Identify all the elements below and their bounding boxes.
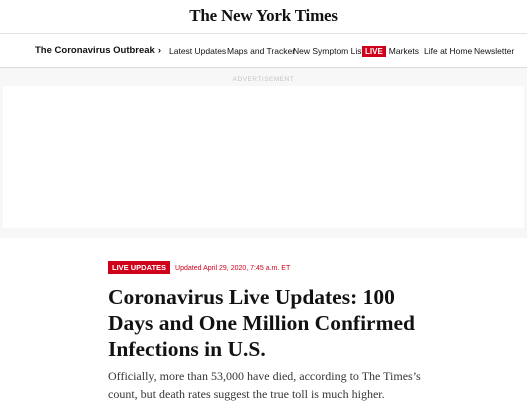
nav-new-symptom-list[interactable]: New Symptom List (293, 46, 364, 56)
nav-markets-label: Markets (388, 46, 420, 56)
ad-slot[interactable] (3, 86, 524, 228)
updated-timestamp: Updated April 29, 2020, 7:45 a.m. ET (175, 265, 291, 272)
ad-zone: ADVERTISEMENT (0, 68, 527, 238)
live-badge: LIVE (362, 46, 386, 57)
headline[interactable]: Coronavirus Live Updates: 100 Days and O… (108, 284, 438, 362)
nav-life-at-home[interactable]: Life at Home (424, 46, 472, 56)
section-title-link[interactable]: The Coronavirus Outbreak › (35, 45, 161, 56)
nav-latest-updates[interactable]: Latest Updates (169, 46, 226, 56)
section-nav: The Coronavirus Outbreak › Latest Updates… (0, 34, 527, 68)
nav-newsletter[interactable]: Newsletter (474, 46, 514, 56)
live-updates-badge: LIVE UPDATES (108, 261, 171, 274)
nav-maps-tracker[interactable]: Maps and Tracker (227, 46, 295, 56)
summary: Officially, more than 53,000 have died, … (108, 369, 421, 401)
ad-label: ADVERTISEMENT (232, 76, 295, 83)
chevron-right-icon: › (157, 45, 162, 56)
nav-markets[interactable]: LIVE Markets (362, 46, 420, 57)
article-meta: LIVE UPDATES Updated April 29, 2020, 7:45… (108, 261, 291, 274)
top-bar: The New York Times (0, 0, 527, 34)
nyt-logo[interactable]: The New York Times (0, 6, 527, 26)
section-title: The Coronavirus Outbreak (35, 45, 155, 56)
